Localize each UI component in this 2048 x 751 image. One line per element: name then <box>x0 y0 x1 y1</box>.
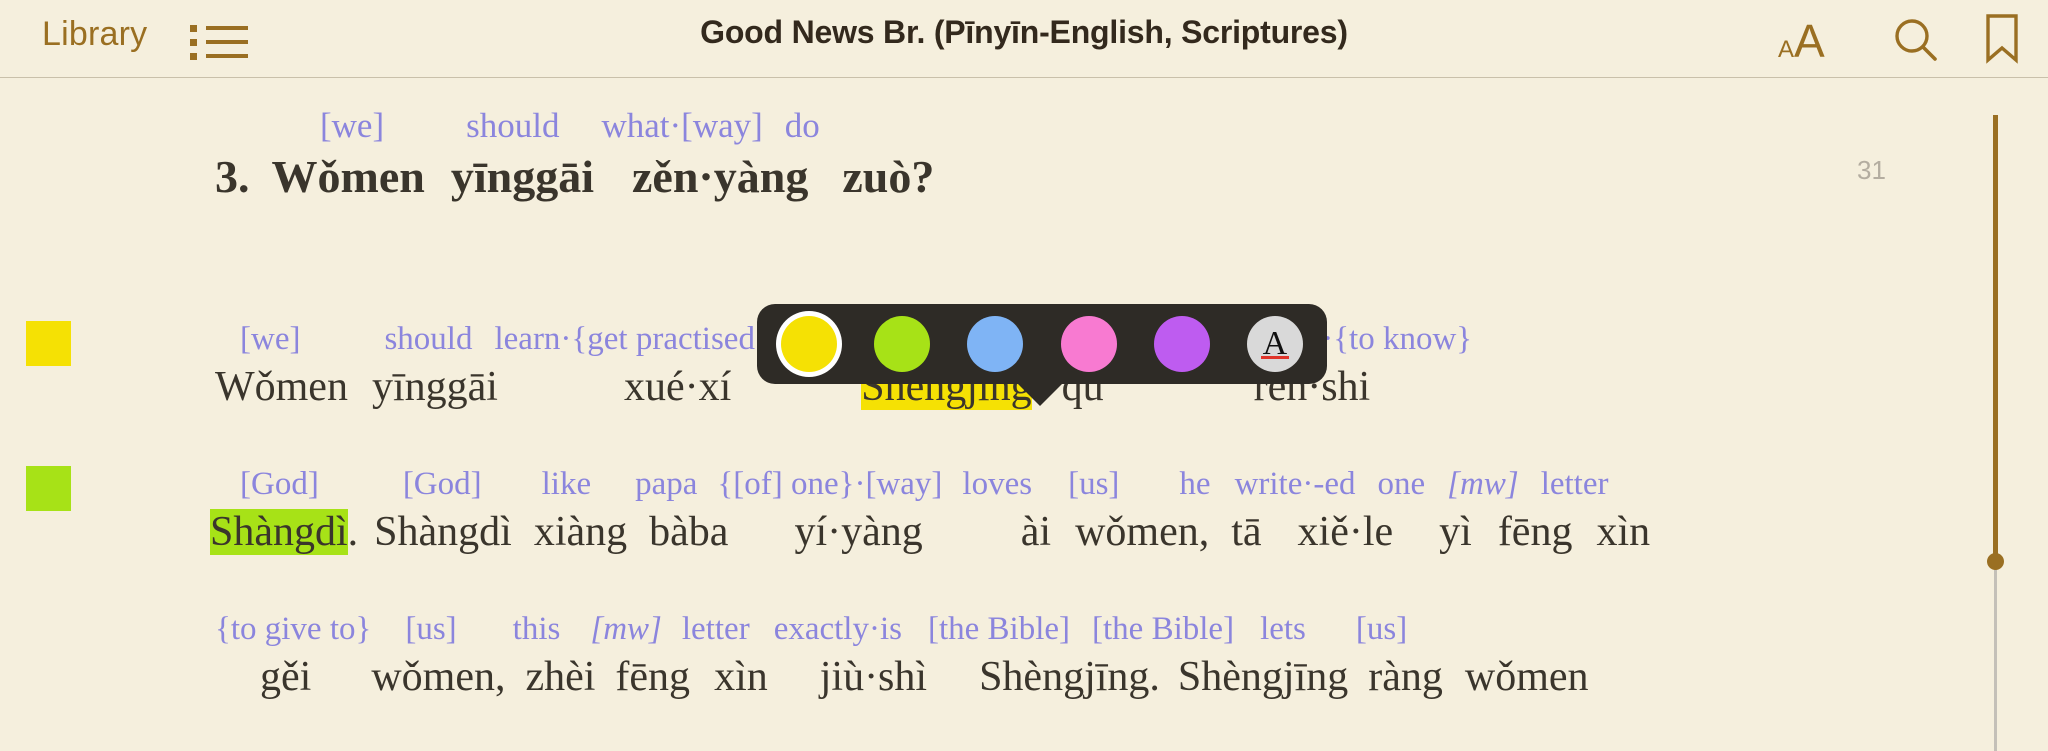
verse-heading-gloss-line: [we] should what·[way] do <box>320 106 820 146</box>
p1-pinyin-token: yīnggāi <box>371 364 498 410</box>
font-size-large-a: A <box>1794 15 1825 67</box>
font-size-icon[interactable]: AA <box>1778 14 1825 68</box>
toolbar: Library Good News Br. (Pīnyīn-English, S… <box>0 0 2048 78</box>
p2-pinyin-token: yí·yàng <box>794 509 923 555</box>
p2-pinyin-token: . <box>347 509 359 555</box>
p2-gloss-token: write·-ed <box>1234 466 1356 502</box>
p3-gloss-token: this <box>512 611 561 647</box>
p3-pinyin-token: jiù·shì <box>819 654 928 700</box>
p2-pinyin-token: fēng <box>1497 509 1573 555</box>
p2-pinyin-token: xìn <box>1596 509 1651 555</box>
p1-gloss-token: should <box>384 321 473 357</box>
p2-pinyin-token: bàba <box>649 509 729 555</box>
verse-heading-pinyin-line[interactable]: 3. Wǒmen yīnggāi zěn·yàng zuò? <box>215 150 934 203</box>
highlight-margin-swatch-yellow[interactable] <box>26 321 71 366</box>
bookmark-icon[interactable] <box>1982 12 2022 71</box>
verse-pinyin-token: zěn·yàng <box>631 151 809 202</box>
p3-pinyin-token: wǒmen, <box>371 654 506 700</box>
verse-number: 3. <box>215 151 250 202</box>
p2-pinyin-token: xiě·le <box>1297 509 1394 555</box>
p2-gloss-token: [God] <box>402 466 482 502</box>
page-title: Good News Br. (Pīnyīn-English, Scripture… <box>700 14 1348 50</box>
p3-pinyin-token: xìn <box>714 654 768 700</box>
paragraph-2-gloss-line: [God] [God] like papa {[of] one}·[way] loves [… <box>240 466 1608 503</box>
p2-gloss-token: one <box>1377 466 1426 502</box>
p2-gloss-token: he <box>1179 466 1211 502</box>
p3-gloss-token: lets <box>1260 611 1306 647</box>
p3-gloss-token: {to give to} <box>215 611 372 647</box>
underline-option-bar <box>1260 356 1289 359</box>
p3-pinyin-token: wǒmen <box>1464 654 1589 700</box>
p3-gloss-token: [us] <box>405 611 457 647</box>
p3-gloss-token: [the Bible] <box>927 611 1071 647</box>
p1-pinyin-token: xué·xí <box>623 364 732 410</box>
highlight-option-green[interactable] <box>874 316 931 372</box>
reading-pane: [we] should what·[way] do 3. Wǒmen yīnggāi zěn… <box>0 78 2048 751</box>
highlight-option-yellow[interactable] <box>781 316 837 372</box>
p3-gloss-token: [the Bible] <box>1092 611 1235 647</box>
p3-gloss-token: letter <box>681 611 750 647</box>
p2-pinyin-token: xiàng <box>533 509 628 555</box>
highlight-option-underline[interactable]: A <box>1246 316 1303 372</box>
p2-gloss-token: {[of] one}·[way] <box>717 466 943 502</box>
search-icon[interactable] <box>1890 14 1942 71</box>
p2-gloss-token: papa <box>635 466 698 502</box>
p2-gloss-token: [mw] <box>1447 466 1519 502</box>
font-size-small-a: A <box>1778 36 1795 63</box>
verse-pinyin-token: yīnggāi <box>450 151 594 202</box>
p3-gloss-token: [us] <box>1355 611 1408 647</box>
p2-pinyin-token: wǒmen, <box>1075 509 1210 555</box>
p3-pinyin-token: Shèngjīng <box>1177 654 1349 700</box>
p2-pinyin-token: tā <box>1231 509 1262 555</box>
p2-gloss-token: loves <box>962 466 1033 502</box>
paragraph-3-gloss-line: {to give to} [us] this [mw] letter exactly·is… <box>215 611 1407 648</box>
highlight-popup-tail <box>1016 382 1064 406</box>
highlight-color-popup[interactable]: A <box>757 304 1327 384</box>
verse-gloss-token: do <box>784 106 820 145</box>
p3-gloss-token: [mw] <box>590 611 662 647</box>
p2-pinyin-token: ài <box>1020 509 1052 555</box>
p3-pinyin-token: ràng <box>1368 654 1443 700</box>
highlight-option-blue[interactable] <box>967 316 1024 372</box>
highlight-margin-swatch-green[interactable] <box>26 466 71 511</box>
highlight-option-purple[interactable] <box>1153 316 1210 372</box>
verse-gloss-token: [we] <box>320 106 385 145</box>
p2-pinyin-token: Shàngdì <box>374 509 512 555</box>
verse-gloss-token: what·[way] <box>601 106 763 145</box>
p2-pinyin-token: yì <box>1439 509 1472 555</box>
verse-pinyin-token: zuò? <box>842 151 935 202</box>
p2-pinyin-token: Shàngdì <box>210 509 348 555</box>
p3-pinyin-token: Shèngjīng. <box>979 654 1160 700</box>
p1-pinyin-token: Wǒmen <box>215 364 348 410</box>
p3-pinyin-token: fēng <box>615 654 691 700</box>
p1-gloss-token: [we] <box>240 321 301 357</box>
p2-gloss-token: like <box>541 466 592 502</box>
paragraph-3-pinyin-line[interactable]: gěi wǒmen, zhèi fēng xìn jiù·shì Shèngjīng. Shè… <box>260 653 1589 701</box>
p2-gloss-token: [us] <box>1068 466 1120 502</box>
highlight-option-pink[interactable] <box>1060 316 1117 372</box>
p2-gloss-token: letter <box>1540 466 1609 502</box>
verse-pinyin-token: Wǒmen <box>271 151 425 202</box>
p3-pinyin-token: zhèi <box>525 654 596 700</box>
verse-gloss-token: should <box>466 106 560 145</box>
p3-gloss-token: exactly·is <box>773 611 902 647</box>
p3-pinyin-token: gěi <box>260 654 312 700</box>
p2-gloss-token: [God] <box>240 466 319 502</box>
paragraph-2-pinyin-line[interactable]: Shàngdì. Shàngdì xiàng bàba yí·yàng ài wǒmen, t… <box>210 508 1650 556</box>
